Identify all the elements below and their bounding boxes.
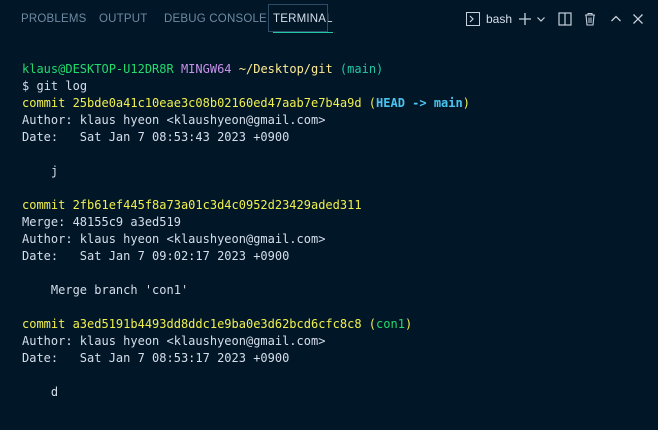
commit-line: commit 2fb61ef445f8a73a01c3d4c0952d23429… [22,197,642,214]
commit-hash: commit 25bde0a41c10eae3c08b02160ed47aab7… [22,96,362,110]
prompt-env: MINGW64 [180,62,232,76]
date-line: Date: Sat Jan 7 08:53:17 2023 +0900 [22,351,290,365]
prompt-branch: (main) [339,62,384,76]
command-line: $ git log [22,78,642,95]
shell-label: bash [486,12,513,26]
commit-message: j [22,164,59,178]
chevron-down-icon [536,14,546,24]
tab-terminal[interactable]: TERMINAL [273,0,333,38]
commit-message: d [22,385,59,399]
commit-line: commit 25bde0a41c10eae3c08b02160ed47aab7… [22,95,642,112]
tab-output[interactable]: OUTPUT [99,0,147,38]
trash-icon [583,12,597,26]
refs-close: ) [462,96,470,110]
terminal-output[interactable]: klaus@DESKTOP-U12DR8R MINGW64 ~/Desktop/… [22,61,642,401]
commit-hash: commit a3ed5191b4493dd8ddc1e9ba0e3d62bcd… [22,317,362,331]
author-line: Author: klaus hyeon <klaushyeon@gmail.co… [22,113,326,127]
plus-icon [518,12,532,26]
author-line: Author: klaus hyeon <klaushyeon@gmail.co… [22,232,326,246]
split-terminal-button[interactable] [557,9,573,29]
prompt-user-host: klaus@DESKTOP-U12DR8R [22,62,174,76]
ref-head: HEAD -> main [376,96,463,110]
maximize-panel-button[interactable] [609,9,623,29]
tab-problems[interactable]: PROBLEMS [21,0,87,38]
refs-close: ) [404,317,413,331]
chevron-up-icon [610,13,622,25]
refs-open: ( [368,96,377,110]
terminal-icon [466,12,480,26]
refs-open: ( [368,317,377,331]
split-icon [558,12,572,26]
prompt-path: ~/Desktop/git [238,62,333,76]
close-icon [632,13,644,25]
shell-selector[interactable]: bash [466,9,516,29]
new-terminal-button[interactable] [517,9,533,29]
date-line: Date: Sat Jan 7 08:53:43 2023 +0900 [22,130,290,144]
terminal-dropdown-button[interactable] [535,9,547,29]
tab-debug-console[interactable]: DEBUG CONSOLE [164,0,267,38]
commit-message: Merge branch 'con1' [22,283,189,297]
prompt-symbol: $ [22,79,30,93]
merge-line: Merge: 48155c9 a3ed519 [22,215,181,229]
command-text: git log [36,79,88,93]
commit-line: commit a3ed5191b4493dd8ddc1e9ba0e3d62bcd… [22,316,642,333]
close-panel-button[interactable] [631,9,645,29]
author-line: Author: klaus hyeon <klaushyeon@gmail.co… [22,334,326,348]
kill-terminal-button[interactable] [582,9,598,29]
date-line: Date: Sat Jan 7 09:02:17 2023 +0900 [22,249,290,263]
commit-hash: commit 2fb61ef445f8a73a01c3d4c0952d23429… [22,198,362,212]
ref-branch: con1 [376,317,405,331]
prompt-line: klaus@DESKTOP-U12DR8R MINGW64 ~/Desktop/… [22,61,642,78]
panel-header: PROBLEMS OUTPUT DEBUG CONSOLE TERMINAL b… [0,0,658,38]
